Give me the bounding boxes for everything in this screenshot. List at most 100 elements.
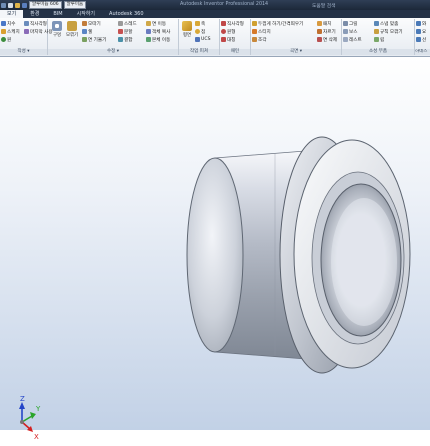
- tab-bim[interactable]: BIM: [46, 10, 69, 18]
- combine-icon: [118, 37, 123, 42]
- thicken-icon: [252, 21, 257, 26]
- fillet-button[interactable]: 모깎기: [65, 21, 79, 38]
- hole-icon: [52, 21, 62, 31]
- rest-button[interactable]: 레스트: [343, 36, 362, 43]
- y-label: Y: [35, 405, 41, 413]
- move-bodies-button[interactable]: 본체 이동: [146, 36, 170, 43]
- rule-fillet-button[interactable]: 규칙 모깎기: [374, 28, 403, 35]
- point-button[interactable]: 점: [195, 28, 205, 35]
- search-help[interactable]: 도움말 검색: [312, 2, 336, 9]
- quick-access-toolbar: 알루미늄 606 알루미늄: [1, 1, 87, 9]
- new-icon[interactable]: [8, 2, 13, 8]
- ucs-button[interactable]: UCS: [195, 36, 211, 43]
- hole-button[interactable]: 구멍: [50, 21, 64, 38]
- plane-icon: [182, 21, 192, 31]
- ribbon: 치수 스케치 원 직사각형 마지막 사용 작성 ▾ 구멍 모깎기 모따기 쉘 면…: [0, 18, 430, 57]
- grill-button[interactable]: 그릴: [343, 20, 357, 27]
- move-bodies-icon: [146, 37, 151, 42]
- patch-icon: [317, 21, 322, 26]
- rectangle-icon: [24, 21, 29, 26]
- rest-icon: [343, 37, 348, 42]
- sketch-group-label[interactable]: 작성 ▾: [0, 49, 47, 55]
- app-menu-icon[interactable]: [1, 2, 6, 8]
- tab-view[interactable]: 보기: [0, 10, 24, 18]
- rectangle-button[interactable]: 직사각형: [24, 20, 47, 27]
- tab-get-started[interactable]: 시작하기: [70, 10, 102, 18]
- harness-button-1[interactable]: 와: [416, 20, 426, 27]
- pattern-group: 직사각형 원형 대칭 패턴: [220, 19, 251, 55]
- boss-icon: [343, 29, 348, 34]
- harness-group: 와 요 선 하네스: [415, 19, 430, 55]
- sculpt-button[interactable]: 조각: [252, 36, 266, 43]
- tab-environment[interactable]: 환경: [23, 10, 46, 18]
- surface-label[interactable]: 곡면 ▾: [251, 49, 341, 55]
- work-features-label: 작업 피쳐: [179, 49, 219, 55]
- delete-face-button[interactable]: 면 삭제: [317, 36, 337, 43]
- model-viewport[interactable]: Z Y X: [0, 57, 430, 441]
- shell-icon: [82, 29, 87, 34]
- edit-group: 구멍 모깎기 모따기 쉘 면 기울기 스레드 분할 결합 면 이동 객체 복사 …: [48, 19, 179, 55]
- sketch-button[interactable]: 스케치: [1, 28, 20, 35]
- y-axis-arrow: [30, 412, 36, 419]
- x-label: X: [34, 433, 39, 441]
- combine-button[interactable]: 결합: [118, 36, 132, 43]
- axis-button[interactable]: 축: [195, 20, 205, 27]
- mirror-button[interactable]: 대칭: [221, 36, 235, 43]
- thread-button[interactable]: 스레드: [118, 20, 137, 27]
- surface-group: 두껍게 하기/간격띄우기 스티치 조각 패치 자르기 면 삭제 곡면 ▾: [251, 19, 342, 55]
- tab-autodesk-360[interactable]: Autodesk 360: [102, 10, 151, 18]
- ucs-icon: [195, 37, 200, 42]
- chamfer-button[interactable]: 모따기: [82, 20, 101, 27]
- stitch-button[interactable]: 스티치: [252, 28, 271, 35]
- snap-fit-icon: [374, 21, 379, 26]
- coordinate-triad[interactable]: Z Y X: [8, 396, 48, 446]
- split-button[interactable]: 분할: [118, 28, 132, 35]
- open-icon[interactable]: [15, 2, 20, 8]
- harness-button-3[interactable]: 선: [416, 36, 426, 43]
- circ-pattern-button[interactable]: 원형: [221, 28, 235, 35]
- sketch-icon: [1, 29, 6, 34]
- rect-pattern-button[interactable]: 직사각형: [221, 20, 244, 27]
- patch-button[interactable]: 패치: [317, 20, 331, 27]
- move-face-button[interactable]: 면 이동: [146, 20, 166, 27]
- stitch-icon: [252, 29, 257, 34]
- sketch-group: 치수 스케치 원 직사각형 마지막 사용 작성 ▾: [0, 19, 53, 55]
- edit-group-label[interactable]: 수정 ▾: [48, 49, 178, 55]
- chamfer-icon: [82, 21, 87, 26]
- bushing-model[interactable]: [0, 57, 430, 430]
- circle-button[interactable]: 원: [1, 36, 11, 43]
- work-features-group: 평면 축 점 UCS 작업 피쳐: [179, 19, 220, 55]
- rect-pattern-icon: [221, 21, 226, 26]
- harness-icon-2: [416, 29, 421, 34]
- boss-button[interactable]: 보스: [343, 28, 357, 35]
- thicken-button[interactable]: 두껍게 하기/간격띄우기: [252, 20, 303, 27]
- appearance-dropdown[interactable]: 알루미늄: [63, 1, 87, 9]
- pattern-label: 패턴: [220, 49, 250, 55]
- plastic-part-label: 소성 부품: [342, 49, 414, 55]
- trim-button[interactable]: 자르기: [317, 28, 336, 35]
- rear-end-face: [186, 157, 244, 353]
- rule-fillet-icon: [374, 29, 379, 34]
- trim-icon: [317, 29, 322, 34]
- plane-button[interactable]: 평면: [180, 21, 194, 38]
- thread-icon: [118, 21, 123, 26]
- mirror-icon: [221, 37, 226, 42]
- plastic-part-group: 그릴 보스 레스트 스냅 맞춤 규칙 모깎기 립 소성 부품: [342, 19, 415, 55]
- dimension-button[interactable]: 치수: [1, 20, 15, 27]
- harness-button-2[interactable]: 요: [416, 28, 426, 35]
- harness-icon: [416, 21, 421, 26]
- rib-button[interactable]: 립: [374, 36, 384, 43]
- triad-origin: [20, 420, 24, 424]
- snap-fit-button[interactable]: 스냅 맞춤: [374, 20, 398, 27]
- harness-label: 하네스: [415, 49, 430, 55]
- save-icon[interactable]: [22, 2, 27, 8]
- dimension-icon: [1, 21, 6, 26]
- shell-button[interactable]: 쉘: [82, 28, 92, 35]
- z-axis-arrow: [19, 402, 25, 409]
- ribbon-tabs: 보기 환경 BIM 시작하기 Autodesk 360: [0, 10, 430, 18]
- draft-button[interactable]: 면 기울기: [82, 36, 106, 43]
- grill-icon: [343, 21, 348, 26]
- material-dropdown[interactable]: 알루미늄 606: [29, 1, 62, 9]
- copy-object-button[interactable]: 객체 복사: [146, 28, 170, 35]
- sculpt-icon: [252, 37, 257, 42]
